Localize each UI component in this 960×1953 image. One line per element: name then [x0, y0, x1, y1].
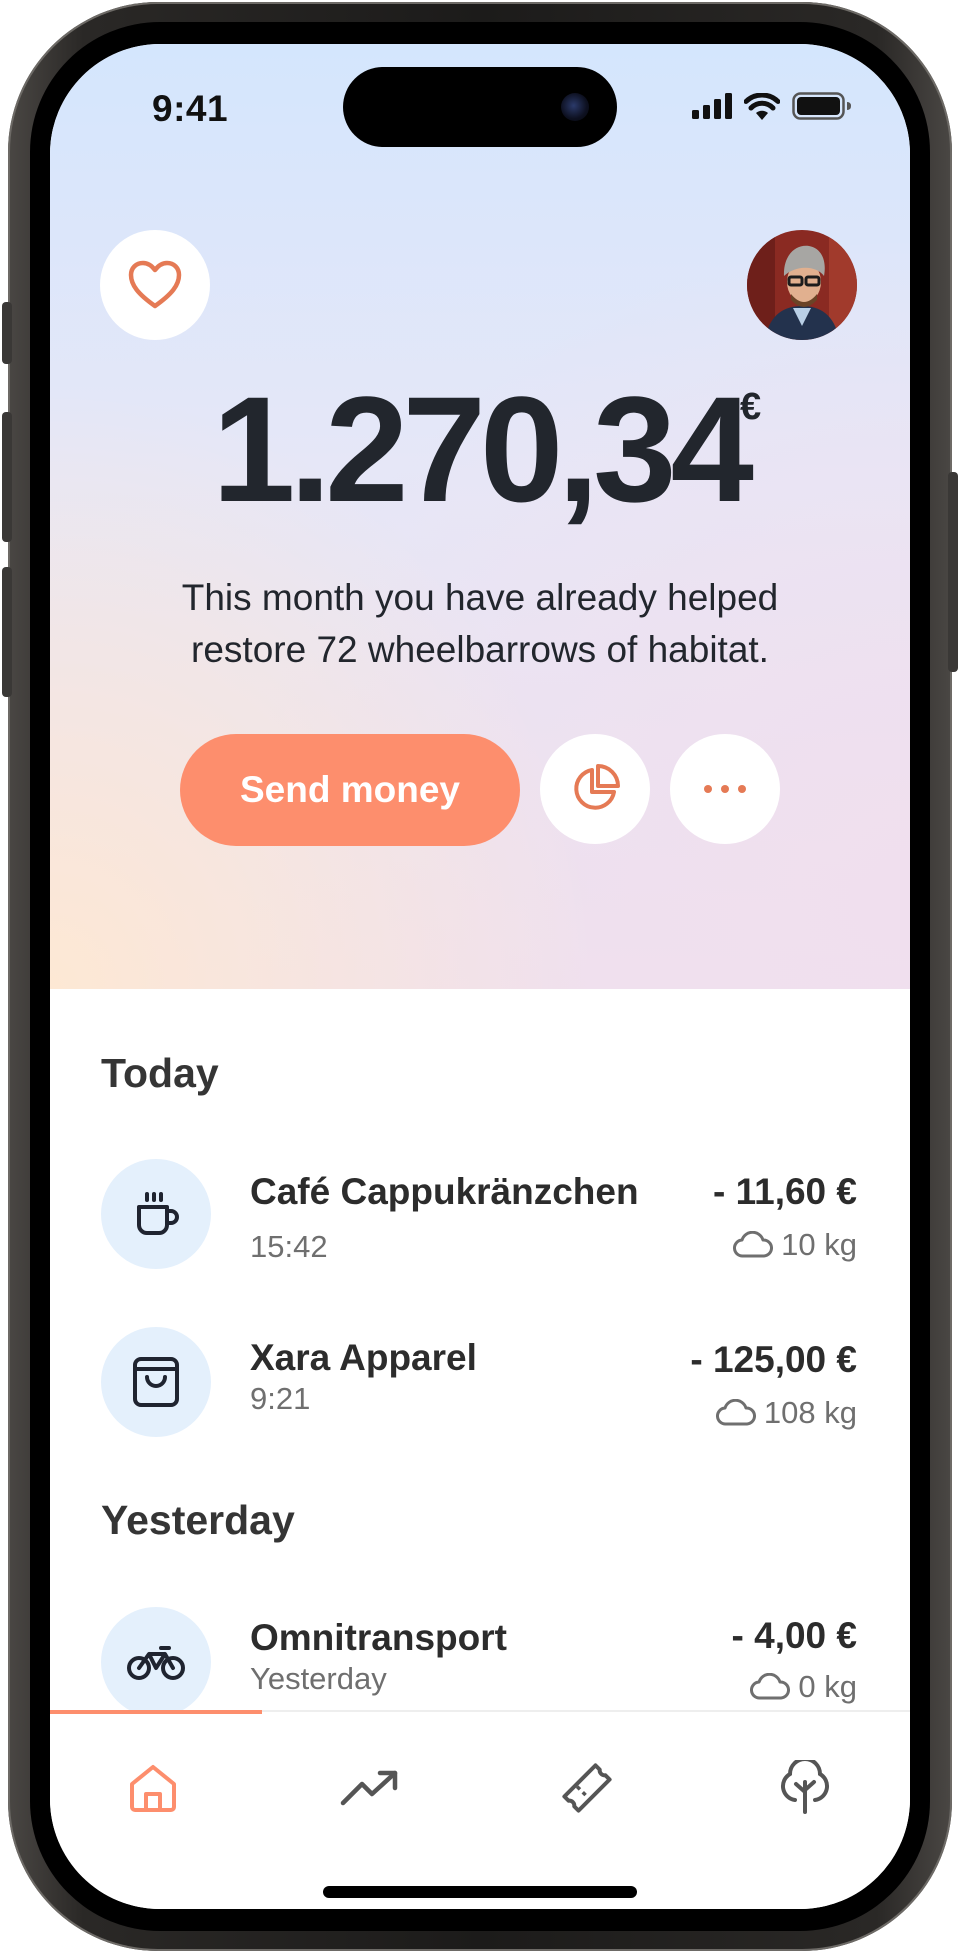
- cloud-icon: [733, 1231, 774, 1258]
- home-indicator[interactable]: [323, 1886, 637, 1898]
- trend-chart-icon: [340, 1770, 398, 1806]
- transaction-time: Yesterday: [250, 1661, 387, 1696]
- section-title-yesterday: Yesterday: [101, 1497, 295, 1543]
- tab-bar: [50, 1710, 910, 1909]
- send-money-button[interactable]: Send money: [180, 734, 520, 846]
- cellular-signal-icon: [692, 93, 732, 119]
- transaction-co2: 10 kg: [733, 1227, 857, 1263]
- transaction-row[interactable]: Xara Apparel 9:21 - 125,00 € 108 kg: [50, 1327, 910, 1447]
- phone-volume-up-button: [2, 412, 12, 542]
- phone-power-button: [948, 472, 958, 672]
- transaction-co2: 0 kg: [750, 1669, 857, 1705]
- phone-screen: 9:41 1.270,34 € This month you have alre…: [50, 44, 910, 1909]
- coffee-cup-icon: [137, 1192, 179, 1235]
- battery-icon: [792, 92, 851, 120]
- balance-header: 9:41 1.270,34 € This month you have alre…: [50, 44, 910, 989]
- transaction-row[interactable]: Café Cappukränzchen 15:42 - 11,60 € 10 k…: [50, 1159, 910, 1279]
- transaction-merchant: Omnitransport: [250, 1617, 507, 1658]
- avatar[interactable]: [747, 230, 857, 340]
- more-dots-icon: [704, 785, 746, 793]
- transaction-time: 15:42: [250, 1229, 328, 1264]
- more-options-button[interactable]: [670, 734, 780, 844]
- transaction-icon-bubble: [101, 1327, 211, 1437]
- balance-amount: 1.270,34: [212, 365, 754, 533]
- favorite-button[interactable]: [100, 230, 210, 340]
- transaction-co2-value: 10 kg: [781, 1227, 857, 1262]
- dynamic-island: [343, 67, 617, 147]
- status-bar-time: 9:41: [152, 88, 229, 129]
- cloud-icon: [750, 1673, 791, 1700]
- transaction-amount: - 125,00 €: [690, 1339, 857, 1380]
- bicycle-icon: [127, 1646, 185, 1680]
- active-tab-indicator: [50, 1710, 262, 1714]
- phone-volume-down-button: [2, 567, 12, 697]
- tab-home[interactable]: [113, 1748, 193, 1828]
- cloud-icon: [715, 1399, 756, 1426]
- tab-vouchers[interactable]: [547, 1748, 627, 1828]
- transaction-co2-value: 108 kg: [763, 1395, 857, 1430]
- front-camera: [561, 93, 589, 121]
- transaction-time: 9:21: [250, 1381, 311, 1416]
- transaction-icon-bubble: [101, 1159, 211, 1269]
- transaction-merchant: Xara Apparel: [250, 1337, 477, 1378]
- phone-action-button: [2, 302, 12, 364]
- avatar-photo: [747, 230, 857, 340]
- pie-chart-icon: [574, 764, 620, 810]
- impact-message-line-2: restore 72 wheelbarrows of habitat.: [191, 629, 769, 670]
- tree-icon: [780, 1760, 830, 1814]
- statistics-button[interactable]: [540, 734, 650, 844]
- shopping-bag-icon: [133, 1357, 179, 1407]
- heart-icon: [128, 260, 182, 309]
- balance-currency: €: [740, 386, 762, 428]
- transaction-amount: - 11,60 €: [712, 1171, 857, 1212]
- transaction-co2: 108 kg: [715, 1395, 857, 1431]
- tab-trends[interactable]: [330, 1748, 410, 1828]
- status-bar-icons: [692, 92, 852, 120]
- transaction-amount: - 4,00 €: [731, 1615, 857, 1656]
- ticket-icon: [562, 1763, 612, 1813]
- balance-display: 1.270,34 €: [50, 374, 910, 524]
- impact-message-line-1: This month you have already helped: [181, 577, 779, 618]
- impact-message: This month you have already helped resto…: [50, 572, 910, 676]
- wifi-icon: [744, 92, 780, 120]
- section-title-today: Today: [101, 1050, 219, 1096]
- transaction-merchant: Café Cappukränzchen: [250, 1171, 639, 1212]
- transaction-icon-bubble: [101, 1607, 211, 1717]
- transaction-row[interactable]: Omnitransport Yesterday - 4,00 € 0 kg: [50, 1607, 910, 1727]
- tab-impact[interactable]: [765, 1748, 845, 1828]
- transaction-co2-value: 0 kg: [798, 1669, 857, 1704]
- home-icon: [130, 1765, 176, 1812]
